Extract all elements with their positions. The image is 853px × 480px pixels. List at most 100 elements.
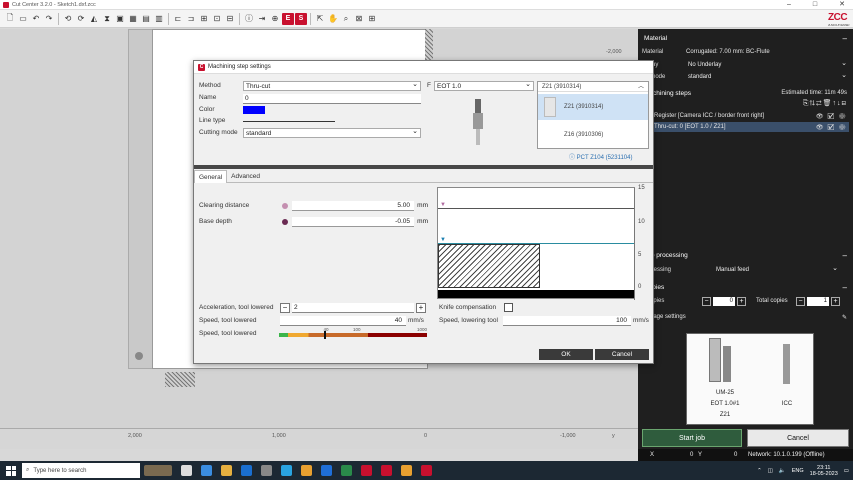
speed-lowered-input[interactable]: 40	[280, 316, 406, 326]
tool-list-item[interactable]: Z16 (3910306)	[538, 122, 648, 148]
network-icon[interactable]: ◫	[768, 468, 773, 474]
tool-list-item[interactable]: Z21 (3910314)	[538, 94, 648, 120]
redo-icon[interactable]: ↷	[43, 13, 55, 25]
open-folder-icon[interactable]: ▭	[17, 13, 29, 25]
step-toolbar-icons[interactable]: ⎘⇅⇄🗑↑↓⊟	[803, 99, 847, 108]
offset-icon[interactable]: ⊡	[211, 13, 223, 25]
collapse-icon[interactable]: –	[843, 34, 847, 43]
edit-icon[interactable]: ✎	[842, 314, 847, 321]
distribute-icon[interactable]: ⊐	[185, 13, 197, 25]
pan-hand-icon[interactable]: ✋	[327, 13, 339, 25]
material-header[interactable]: Material –	[638, 32, 853, 44]
measure-icon[interactable]: ⊟	[224, 13, 236, 25]
tool-select[interactable]: EOT 1.0	[434, 80, 534, 91]
cut-center-icon[interactable]	[381, 465, 392, 476]
file-explorer-icon[interactable]	[221, 465, 232, 476]
processing-select[interactable]: Manual feed	[714, 264, 840, 275]
tool-insert-list[interactable]: Z21 (3910314) ︿ Z21 (3910314) Z16 (391030…	[537, 81, 649, 149]
minimize-button[interactable]: –	[787, 0, 791, 10]
chrome-window-icon[interactable]	[401, 465, 412, 476]
undo-icon[interactable]: ↶	[30, 13, 42, 25]
acceleration-decrement[interactable]: −	[280, 303, 290, 313]
job-processing-header[interactable]: Job processing –	[638, 249, 853, 261]
zcc-e-icon[interactable]	[361, 465, 372, 476]
speed-gauge-pointer[interactable]	[323, 331, 326, 339]
method-select[interactable]: Thru-cut	[243, 80, 421, 91]
collapse-icon[interactable]: –	[843, 283, 847, 292]
mirror-icon[interactable]: ◭	[88, 13, 100, 25]
tool-list-header[interactable]: Z21 (3910314) ︿	[538, 82, 648, 92]
edge-browser-icon[interactable]	[281, 465, 292, 476]
windows-start-icon[interactable]	[6, 465, 16, 476]
maximize-button[interactable]: □	[813, 0, 817, 10]
chevron-up-icon[interactable]: ︿	[638, 82, 644, 92]
align-icon[interactable]: ⊏	[172, 13, 184, 25]
underlay-select[interactable]: No Underlay	[686, 59, 849, 70]
total-copies-value[interactable]: 1	[807, 296, 829, 306]
cancel-job-button[interactable]: Cancel	[747, 429, 849, 447]
info-icon[interactable]: ⓘ	[243, 13, 255, 25]
acceleration-increment[interactable]: +	[416, 303, 426, 313]
copies-stepper[interactable]: − 0 +	[702, 296, 746, 306]
taskbar-search[interactable]: ⌕ Type here to search	[22, 463, 140, 478]
cutting-mode-select[interactable]: standard	[243, 127, 421, 138]
clearing-distance-field[interactable]: 5.00 mm	[282, 201, 428, 211]
tab-general[interactable]: General	[194, 170, 228, 183]
language-indicator[interactable]: ENG	[792, 468, 804, 474]
mirror-vertical-icon[interactable]: ⧗	[101, 13, 113, 25]
knife-compensation-checkbox[interactable]	[504, 303, 513, 312]
zoom-icon[interactable]: ⌕	[340, 13, 352, 25]
name-input[interactable]: 0	[243, 94, 421, 104]
pct-link[interactable]: ⓘ PCT Z104 (5231104)	[569, 152, 632, 161]
e-tool-icon[interactable]: E	[282, 12, 294, 25]
browser-icon[interactable]	[201, 465, 212, 476]
decrement-button[interactable]: −	[702, 296, 711, 306]
visibility-icon[interactable]: 👁 ☑ ⚙	[816, 113, 847, 120]
tray-arrow-icon[interactable]: ⌃	[757, 468, 762, 474]
speed-gauge[interactable]: 40 100 1000	[279, 327, 427, 339]
total-copies-stepper[interactable]: − 1 +	[796, 296, 840, 306]
copies-value[interactable]: 0	[713, 296, 735, 306]
outlook-icon[interactable]	[321, 465, 332, 476]
group-icon[interactable]: ▣	[114, 13, 126, 25]
decrement-button[interactable]: −	[796, 296, 805, 306]
base-depth-field[interactable]: -0.05 mm	[282, 217, 428, 227]
ok-button[interactable]: OK	[539, 349, 593, 360]
ungroup-icon[interactable]: ▦	[127, 13, 139, 25]
volume-icon[interactable]: 🔈	[779, 468, 786, 474]
start-job-button[interactable]: Start job	[642, 429, 742, 447]
task-view-icon[interactable]	[181, 465, 192, 476]
line-type-sample[interactable]	[243, 121, 335, 122]
clearing-distance-input[interactable]: 5.00	[292, 201, 414, 211]
speed-lowering-input[interactable]: 100	[503, 316, 631, 326]
app-icon[interactable]	[261, 465, 272, 476]
zund-z-icon[interactable]	[421, 465, 432, 476]
rotate-icon[interactable]: ⟲	[62, 13, 74, 25]
weather-widget-icon[interactable]	[144, 465, 172, 476]
dialog-cancel-button[interactable]: Cancel	[595, 349, 649, 360]
weld-icon[interactable]: ⊞	[198, 13, 210, 25]
new-file-icon[interactable]: 🗋	[4, 13, 16, 25]
select-cursor-icon[interactable]: ⇱	[314, 13, 326, 25]
increment-button[interactable]: +	[831, 296, 840, 306]
base-depth-input[interactable]: -0.05	[292, 217, 414, 227]
edge-icon[interactable]	[241, 465, 252, 476]
acceleration-input[interactable]: 2	[292, 303, 414, 313]
chrome-icon[interactable]	[301, 465, 312, 476]
clock[interactable]: 23:11 18-05-2023	[810, 465, 838, 477]
collapse-icon[interactable]: –	[843, 251, 847, 260]
visibility-icon[interactable]: 👁 ☑ ⚙	[816, 124, 847, 131]
import-icon[interactable]: ⇥	[256, 13, 268, 25]
increment-button[interactable]: +	[737, 296, 746, 306]
machining-step-item-selected[interactable]: Thru-cut: 0 [EOT 1.0 / Z21] 👁 ☑ ⚙	[652, 122, 849, 132]
tab-advanced[interactable]: Advanced	[227, 170, 264, 183]
mode-select[interactable]: standard	[686, 71, 849, 82]
notification-icon[interactable]: ▭	[844, 468, 849, 474]
color-swatch[interactable]	[243, 106, 265, 114]
rotate-right-icon[interactable]: ⟳	[75, 13, 87, 25]
close-window-button[interactable]: ✕	[839, 0, 845, 10]
machining-step-item[interactable]: Register [Camera ICC / border front righ…	[652, 111, 849, 121]
copies-header[interactable]: Copies –	[638, 281, 853, 293]
zoom-extents-icon[interactable]: ⊞	[366, 13, 378, 25]
export-icon[interactable]: ⊕	[269, 13, 281, 25]
